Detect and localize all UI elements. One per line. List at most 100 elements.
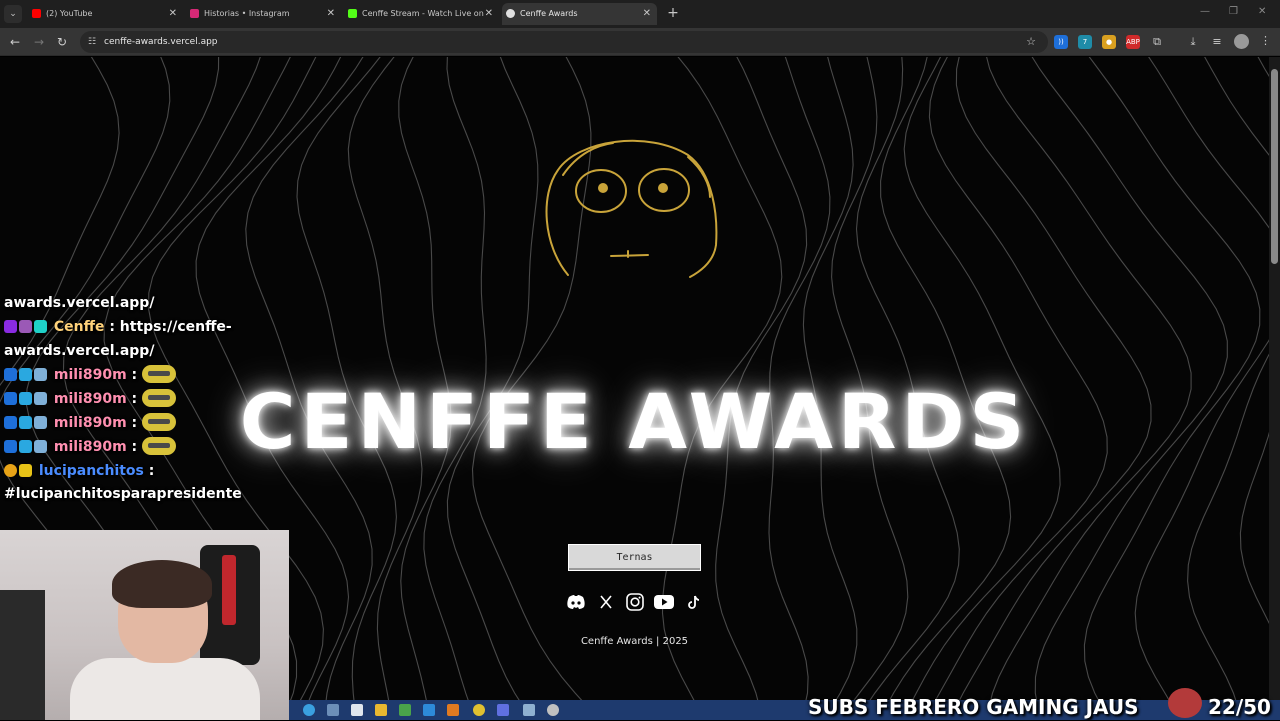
badge-icon	[34, 368, 47, 381]
obs-icon[interactable]	[547, 704, 559, 716]
start-icon[interactable]	[303, 704, 315, 716]
emote-icon	[142, 365, 177, 383]
discord-taskbar-icon[interactable]	[497, 704, 509, 716]
app-icon[interactable]	[523, 704, 535, 716]
bookmark-star-icon[interactable]: ☆	[1026, 31, 1036, 53]
close-icon[interactable]: ✕	[485, 3, 493, 25]
subs-goal-count: 22/50	[1208, 695, 1271, 719]
badge-icon	[19, 320, 32, 333]
tab-label: (2) YouTube	[46, 9, 93, 18]
instagram-favicon-icon	[190, 9, 199, 18]
kick-favicon-icon	[348, 9, 357, 18]
close-icon[interactable]: ✕	[643, 3, 651, 25]
chat-text: :	[131, 415, 138, 431]
tab-instagram[interactable]: Historias • Instagram ✕	[186, 3, 341, 25]
badge-icon	[34, 416, 47, 429]
window-close-icon[interactable]: ✕	[1258, 6, 1266, 17]
tab-search-button[interactable]: ⌄	[4, 5, 22, 23]
badge-icon	[4, 368, 17, 381]
site-info-icon[interactable]: ☷	[88, 36, 100, 48]
youtube-icon[interactable]	[654, 593, 674, 611]
badge-icon	[4, 320, 17, 333]
badge-icon	[19, 368, 32, 381]
close-icon[interactable]: ✕	[169, 3, 177, 25]
new-tab-button[interactable]: +	[664, 4, 682, 22]
tab-label: Cenffe Stream - Watch Live on	[362, 9, 484, 18]
ternas-button[interactable]: Ternas	[568, 544, 701, 571]
reload-button[interactable]: ↻	[53, 33, 71, 51]
chat-message: lucipanchitos :	[4, 459, 229, 483]
meme-face-logo	[545, 139, 718, 278]
chat-message: awards.vercel.app/	[4, 339, 229, 363]
chat-message: mili890m :	[4, 411, 229, 435]
emote-icon	[142, 389, 177, 407]
badge-icon	[4, 416, 17, 429]
minimize-icon[interactable]: —	[1200, 6, 1210, 17]
extension-icon[interactable]: 7	[1078, 35, 1092, 49]
cam-background-screen	[0, 590, 45, 720]
instagram-icon[interactable]	[625, 593, 645, 611]
tab-cenffe-awards[interactable]: Cenffe Awards ✕	[502, 3, 657, 25]
badge-icon	[4, 392, 17, 405]
reading-list-icon[interactable]: ≡	[1210, 35, 1224, 49]
back-button[interactable]: ←	[6, 33, 24, 51]
chat-message: mili890m :	[4, 387, 229, 411]
task-view-icon[interactable]	[351, 704, 363, 716]
chat-text: :	[131, 439, 138, 455]
badge-icon	[19, 440, 32, 453]
chat-message: mili890m :	[4, 363, 229, 387]
streamer-webcam	[0, 530, 289, 720]
emote-icon	[142, 437, 177, 455]
social-links	[566, 591, 706, 613]
url-text: cenffe-awards.vercel.app	[104, 37, 218, 47]
chat-username: Cenffe	[53, 319, 105, 335]
tab-kick-stream[interactable]: Cenffe Stream - Watch Live on ✕	[344, 3, 499, 25]
app-icon[interactable]	[423, 704, 435, 716]
chat-text: awards.vercel.app/	[4, 295, 155, 311]
x-twitter-icon[interactable]	[596, 593, 616, 611]
badge-icon	[19, 392, 32, 405]
close-icon[interactable]: ✕	[327, 3, 335, 25]
extensions-puzzle-icon[interactable]: ⧉	[1150, 35, 1164, 49]
file-explorer-icon[interactable]	[375, 704, 387, 716]
cam-person-hair	[112, 560, 212, 608]
profile-avatar[interactable]	[1234, 34, 1249, 49]
tiktok-icon[interactable]	[684, 593, 704, 611]
forward-button[interactable]: →	[30, 33, 48, 51]
adblock-icon[interactable]: ABP	[1126, 35, 1140, 49]
chat-message: #lucipanchitosparapresidente	[4, 483, 242, 505]
discord-icon[interactable]	[566, 593, 586, 611]
scrollbar-thumb[interactable]	[1271, 69, 1278, 264]
cam-person-body	[70, 658, 260, 720]
menu-kebab-icon[interactable]: ⋮	[1260, 34, 1271, 47]
badge-icon	[19, 464, 32, 477]
tab-youtube[interactable]: (2) YouTube ✕	[28, 3, 183, 25]
address-bar[interactable]: ☷ cenffe-awards.vercel.app ☆	[80, 31, 1048, 53]
search-icon[interactable]	[327, 704, 339, 716]
badge-icon	[34, 320, 47, 333]
stream-chat-overlay: awards.vercel.app/ Cenffe : https://cenf…	[4, 291, 242, 505]
emote-icon	[142, 413, 177, 431]
badge-icon	[19, 416, 32, 429]
tab-label: Historias • Instagram	[204, 9, 290, 18]
chat-message: awards.vercel.app/	[4, 291, 229, 315]
chat-username: mili890m	[53, 415, 127, 431]
chat-text: #lucipanchitosparapresidente	[4, 486, 242, 502]
chat-text: :	[148, 463, 155, 479]
page-scrollbar[interactable]	[1269, 57, 1280, 700]
chrome-icon[interactable]	[473, 704, 485, 716]
download-icon[interactable]: ⤓	[1186, 35, 1200, 49]
chat-text: :	[131, 391, 138, 407]
extension-icon[interactable]: ))	[1054, 35, 1068, 49]
maximize-icon[interactable]: ❐	[1229, 6, 1238, 17]
chat-username: lucipanchitos	[38, 463, 144, 479]
chat-message: mili890m :	[4, 435, 229, 459]
chat-username: mili890m	[53, 439, 127, 455]
chat-message: Cenffe : https://cenffe-	[4, 315, 232, 339]
tab-label: Cenffe Awards	[520, 9, 578, 18]
app-icon[interactable]	[399, 704, 411, 716]
chat-text: :	[131, 367, 138, 383]
app-icon[interactable]	[447, 704, 459, 716]
browser-toolbar: ← → ↻ ☷ cenffe-awards.vercel.app ☆ )) 7 …	[0, 28, 1280, 56]
extension-icon[interactable]: ●	[1102, 35, 1116, 49]
